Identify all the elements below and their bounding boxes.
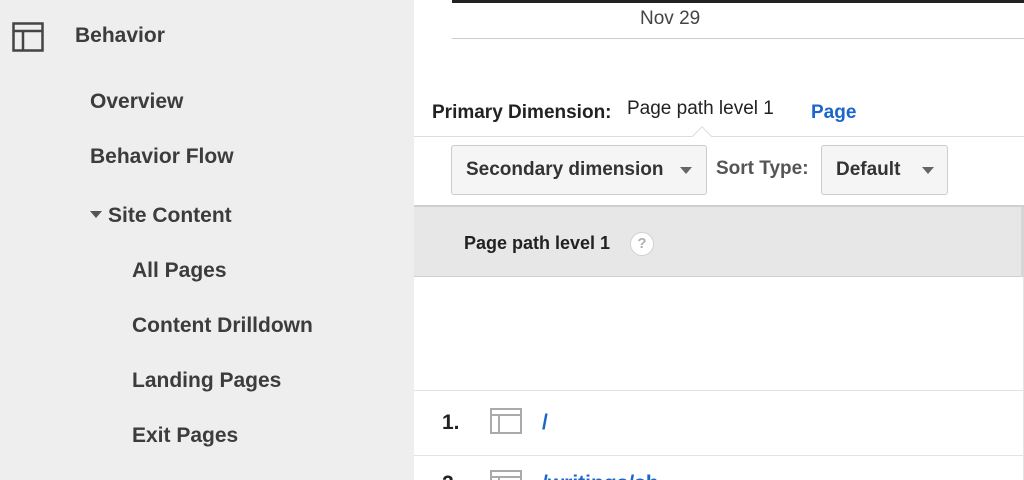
sidebar-item-label: Site Content — [108, 204, 232, 227]
row-number: 1. — [442, 411, 460, 434]
page-path-link[interactable]: /writings/sh... — [542, 472, 676, 480]
caret-down-icon — [90, 210, 102, 218]
chevron-down-icon — [680, 167, 692, 174]
page-path-link[interactable]: / — [542, 411, 548, 435]
row-divider — [414, 455, 1024, 456]
sidebar-section-behavior[interactable]: Behavior — [75, 22, 165, 50]
help-icon[interactable]: ? — [630, 232, 654, 256]
row-divider — [414, 390, 1024, 391]
chart-divider — [452, 38, 1024, 39]
chart-axis-line — [452, 0, 1024, 3]
sidebar-item-overview[interactable]: Overview — [90, 88, 183, 116]
secondary-dimension-dropdown[interactable]: Secondary dimension — [451, 145, 707, 195]
chevron-down-icon — [922, 167, 934, 174]
chart-date-label: Nov 29 — [640, 8, 701, 29]
sidebar-item-content-drilldown[interactable]: Content Drilldown — [132, 312, 313, 340]
sort-type-label: Sort Type: — [716, 158, 809, 179]
table-header: Page path level 1 ? — [414, 205, 1024, 277]
sidebar-item-all-pages[interactable]: All Pages — [132, 257, 227, 285]
layout-icon — [12, 22, 44, 52]
sidebar: Behavior Overview Behavior Flow Site Con… — [0, 0, 414, 480]
column-header-page-path[interactable]: Page path level 1 — [464, 233, 610, 254]
active-dimension-pointer — [692, 126, 712, 146]
primary-dimension-active[interactable]: Page path level 1 — [627, 98, 774, 120]
primary-dimension-page-link[interactable]: Page — [811, 102, 856, 124]
sidebar-item-behavior-flow[interactable]: Behavior Flow — [90, 143, 234, 171]
sort-type-dropdown[interactable]: Default — [821, 145, 948, 195]
sidebar-item-landing-pages[interactable]: Landing Pages — [132, 367, 281, 395]
primary-dimension-label: Primary Dimension: — [432, 102, 612, 123]
secondary-dimension-label: Secondary dimension — [466, 159, 664, 180]
sidebar-item-exit-pages[interactable]: Exit Pages — [132, 422, 238, 450]
sort-type-value: Default — [836, 159, 901, 180]
sidebar-item-site-content[interactable]: Site Content — [90, 202, 232, 230]
main-content: Nov 29 Primary Dimension: Page path leve… — [414, 0, 1024, 480]
row-number: 2. — [442, 472, 460, 480]
page-icon[interactable] — [490, 408, 522, 434]
dimension-divider — [414, 136, 1024, 137]
page-icon[interactable] — [490, 470, 522, 480]
analytics-report: Behavior Overview Behavior Flow Site Con… — [0, 0, 1024, 480]
primary-dimension-row: Primary Dimension: Page path level 1 Pag… — [432, 96, 1024, 128]
